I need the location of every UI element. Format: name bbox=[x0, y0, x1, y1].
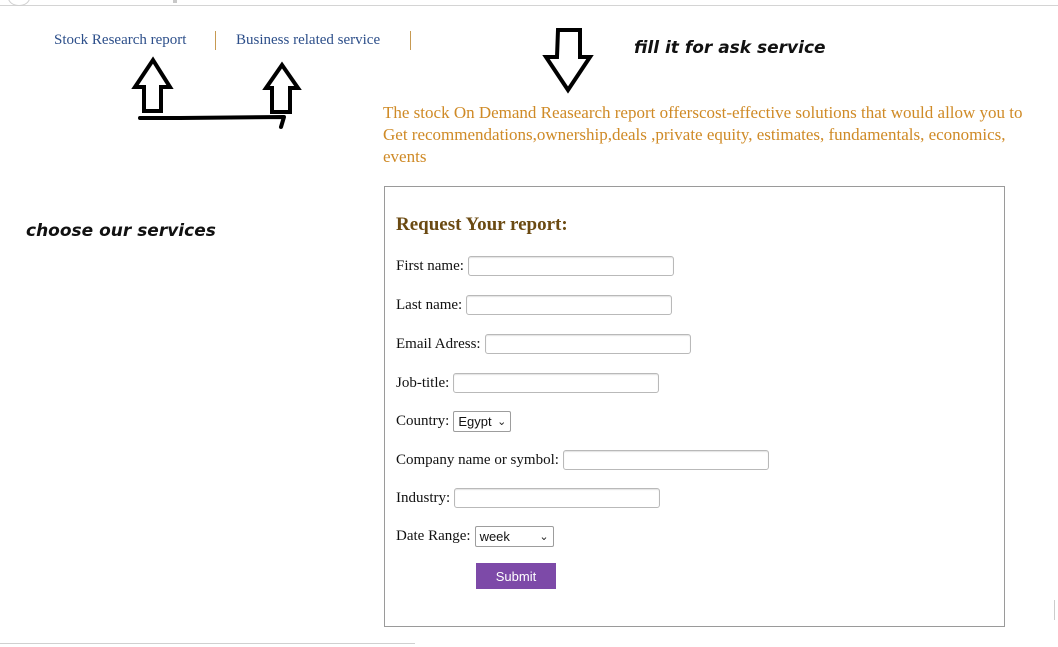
email-input[interactable] bbox=[484, 334, 691, 354]
country-select[interactable]: Egypt ⌄ bbox=[453, 410, 512, 432]
scrollbar-edge bbox=[1054, 600, 1058, 620]
company-label: Company name or symbol: bbox=[396, 451, 559, 468]
job-title-input[interactable] bbox=[453, 373, 660, 393]
first-name-label: First name: bbox=[396, 257, 464, 274]
nav-separator bbox=[410, 31, 411, 50]
bottom-divider bbox=[0, 643, 415, 644]
request-form: Request Your report: First name: Last na… bbox=[384, 186, 1005, 627]
up-arrow-icon bbox=[131, 56, 174, 113]
date-range-row: Date Range: week ⌄ bbox=[396, 524, 554, 548]
page: Stock Research report Business related s… bbox=[0, 0, 1058, 647]
chevron-down-icon: ⌄ bbox=[539, 530, 549, 543]
country-row: Country: Egypt ⌄ bbox=[396, 409, 512, 433]
intro-paragraph: The stock On Demand Reasearch report off… bbox=[383, 103, 1023, 166]
date-range-select[interactable]: week ⌄ bbox=[474, 525, 554, 547]
country-select-value: Egypt bbox=[458, 413, 492, 429]
company-row: Company name or symbol: bbox=[396, 448, 769, 472]
submit-button[interactable]: Submit bbox=[476, 563, 556, 589]
annotation-fill-hint: fill it for ask service bbox=[634, 38, 826, 58]
form-title: Request Your report: bbox=[396, 214, 568, 235]
underline-stroke bbox=[138, 115, 286, 129]
top-divider bbox=[0, 5, 1058, 6]
country-label: Country: bbox=[396, 412, 450, 429]
nav-separator bbox=[215, 31, 216, 50]
job-title-row: Job-title: bbox=[396, 371, 660, 395]
industry-label: Industry: bbox=[396, 489, 451, 506]
last-name-row: Last name: bbox=[396, 293, 673, 317]
first-name-row: First name: bbox=[396, 254, 674, 278]
date-range-label: Date Range: bbox=[396, 527, 471, 544]
chevron-down-icon: ⌄ bbox=[497, 415, 507, 428]
company-input[interactable] bbox=[562, 450, 769, 470]
top-edge-fragment bbox=[173, 0, 177, 3]
industry-input[interactable] bbox=[454, 488, 661, 508]
up-arrow-icon bbox=[262, 61, 302, 114]
date-range-select-value: week bbox=[479, 528, 510, 544]
nav-link-business-service[interactable]: Business related service bbox=[236, 32, 380, 49]
job-title-label: Job-title: bbox=[396, 374, 450, 391]
nav-link-stock-research[interactable]: Stock Research report bbox=[54, 32, 186, 49]
industry-row: Industry: bbox=[396, 486, 661, 510]
last-name-input[interactable] bbox=[466, 295, 673, 315]
down-arrow-icon bbox=[542, 28, 594, 94]
email-row: Email Adress: bbox=[396, 332, 691, 356]
first-name-input[interactable] bbox=[467, 256, 674, 276]
last-name-label: Last name: bbox=[396, 296, 463, 313]
annotation-choose-hint: choose our services bbox=[26, 221, 216, 241]
email-label: Email Adress: bbox=[396, 335, 481, 352]
